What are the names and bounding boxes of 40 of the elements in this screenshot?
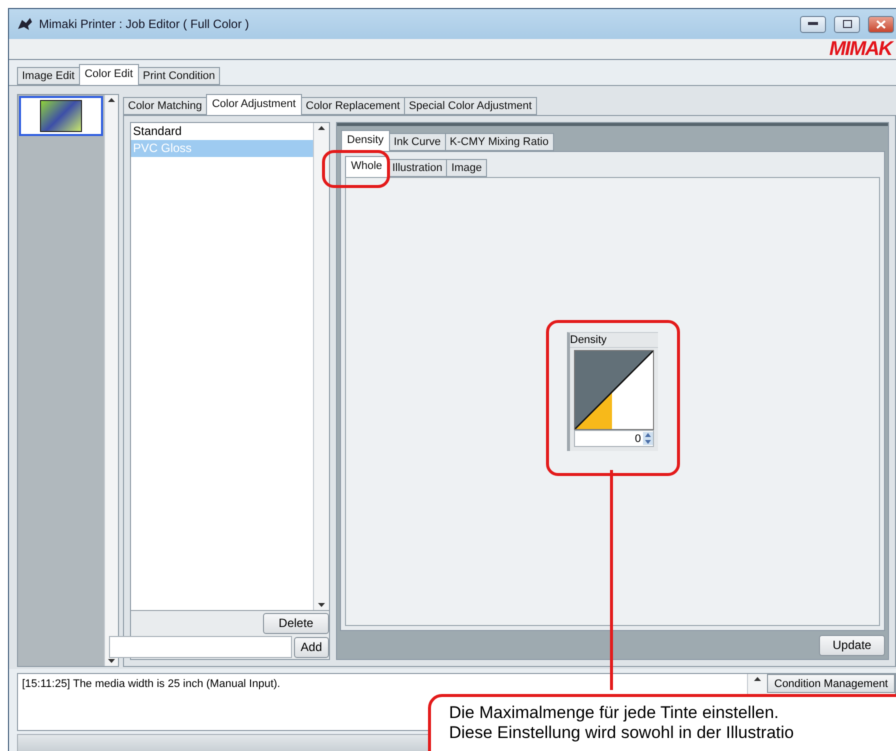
thumbnail[interactable] (19, 96, 103, 136)
tab[interactable]: Image (446, 159, 487, 177)
tab[interactable]: Whole (345, 156, 388, 177)
minimize-button[interactable] (800, 16, 826, 32)
callout-text: Diese Einstellung wird sowohl in der Illustratio (449, 723, 795, 743)
tab[interactable]: Print Condition (138, 67, 220, 85)
close-icon (876, 20, 886, 28)
condition-management-button[interactable]: Condition Management (767, 674, 895, 693)
scroll-up-icon[interactable] (108, 98, 115, 102)
tab[interactable]: Ink Curve (388, 133, 446, 151)
scroll-up-icon[interactable] (318, 126, 325, 130)
maximize-icon (842, 20, 852, 28)
scroll-up-icon[interactable] (754, 677, 762, 681)
callout-text: Die Maximalmenge für jede Tinte einstellen. (449, 703, 780, 723)
density-spinner[interactable]: 0 (574, 430, 654, 447)
name-input-field[interactable] (108, 636, 292, 658)
close-button[interactable] (868, 16, 894, 32)
photo-placeholder (40, 100, 82, 132)
delete-button[interactable]: Delete (263, 612, 329, 634)
logo: MIMAK (829, 39, 892, 59)
add-button[interactable]: Add (294, 636, 329, 658)
tab[interactable]: Color Edit (78, 64, 139, 85)
minimize-icon (808, 22, 818, 26)
density-label: Density (570, 333, 658, 348)
tab[interactable]: Density (341, 130, 390, 151)
window-title: Mimaki Printer : Job Editor ( Full Color ) (39, 17, 250, 31)
maximize-button[interactable] (834, 16, 860, 32)
tab[interactable]: Image Edit (17, 67, 80, 85)
app-icon (17, 17, 33, 31)
tab[interactable]: Color Matching (123, 97, 207, 115)
tab[interactable]: Special Color Adjustment (404, 97, 537, 115)
spinner-arrows-icon[interactable] (643, 432, 653, 445)
update-button[interactable]: Update (819, 634, 885, 656)
tab[interactable]: Illustration (387, 159, 448, 177)
tab[interactable]: Color Replacement (300, 97, 405, 115)
tab[interactable]: Color Adjustment (206, 94, 302, 115)
highlight-ring (322, 150, 390, 188)
scroll-down-icon[interactable] (318, 603, 325, 607)
tab[interactable]: K-CMY Mixing Ratio (444, 133, 554, 151)
log-message: [15:11:25] The media width is 25 inch (Manual Input). (22, 678, 280, 690)
